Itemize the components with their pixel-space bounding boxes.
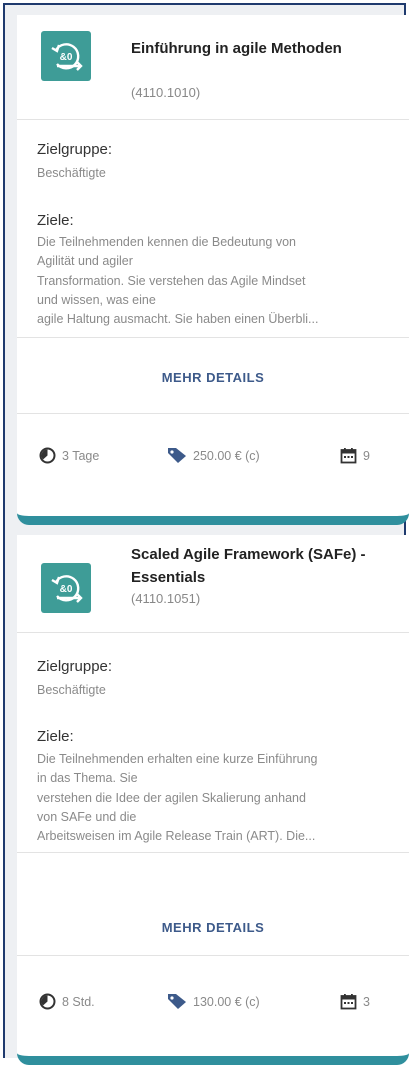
course-logo-icon: &0	[41, 31, 91, 81]
divider	[17, 413, 409, 414]
zielgruppe-value: Beschäftigte	[37, 166, 106, 180]
page-frame: &0 Einführung in agile Methoden (4110.10…	[3, 3, 409, 1065]
price-value: 130.00 € (c)	[193, 994, 260, 1009]
ziele-text: Die Teilnehmenden kennen die Bedeutung v…	[37, 235, 319, 327]
duration: 8 Std.	[39, 993, 95, 1010]
course-logo-icon: &0	[41, 563, 91, 613]
course-code: (4110.1010)	[131, 85, 201, 100]
price-tag-icon	[168, 994, 186, 1009]
ziele-text: Die Teilnehmenden erhalten eine kurze Ei…	[37, 752, 318, 844]
dates[interactable]: 3	[340, 993, 370, 1010]
duration-value: 8 Std.	[62, 994, 95, 1009]
price-tag-icon	[168, 448, 186, 463]
more-details-button[interactable]: MEHR DETAILS	[17, 370, 409, 385]
zielgruppe-heading: Zielgruppe:	[37, 658, 113, 675]
divider	[17, 337, 409, 338]
divider	[17, 632, 409, 633]
zielgruppe-value: Beschäftigte	[37, 683, 106, 697]
zielgruppe-heading: Zielgruppe:	[37, 141, 113, 158]
divider	[17, 852, 409, 853]
duration-value: 3 Tage	[62, 448, 100, 463]
divider	[17, 119, 409, 120]
course-card: &0 Einführung in agile Methoden (4110.10…	[17, 15, 409, 525]
svg-text:&0: &0	[60, 52, 73, 63]
svg-text:&0: &0	[60, 584, 73, 595]
divider	[17, 955, 409, 956]
course-title[interactable]: Einführung in agile Methoden	[131, 37, 396, 60]
ziele-heading: Ziele:	[37, 728, 74, 745]
duration: 3 Tage	[39, 447, 99, 464]
price: 130.00 € (c)	[167, 993, 260, 1010]
price: 250.00 € (c)	[167, 447, 260, 464]
course-code: (4110.1051)	[131, 591, 201, 606]
dates-count: 9	[363, 448, 370, 463]
dates[interactable]: 9	[340, 447, 370, 464]
price-value: 250.00 € (c)	[193, 448, 260, 463]
course-title[interactable]: Scaled Agile Framework (SAFe) - Essentia…	[131, 543, 396, 589]
calendar-icon	[340, 994, 357, 1010]
more-details-button[interactable]: MEHR DETAILS	[17, 920, 409, 935]
course-card: &0 Scaled Agile Framework (SAFe) - Essen…	[17, 535, 409, 1065]
calendar-icon	[340, 448, 357, 464]
dates-count: 3	[363, 994, 370, 1009]
ziele-heading: Ziele:	[37, 212, 74, 229]
clock-icon	[39, 993, 56, 1010]
clock-icon	[39, 447, 56, 464]
